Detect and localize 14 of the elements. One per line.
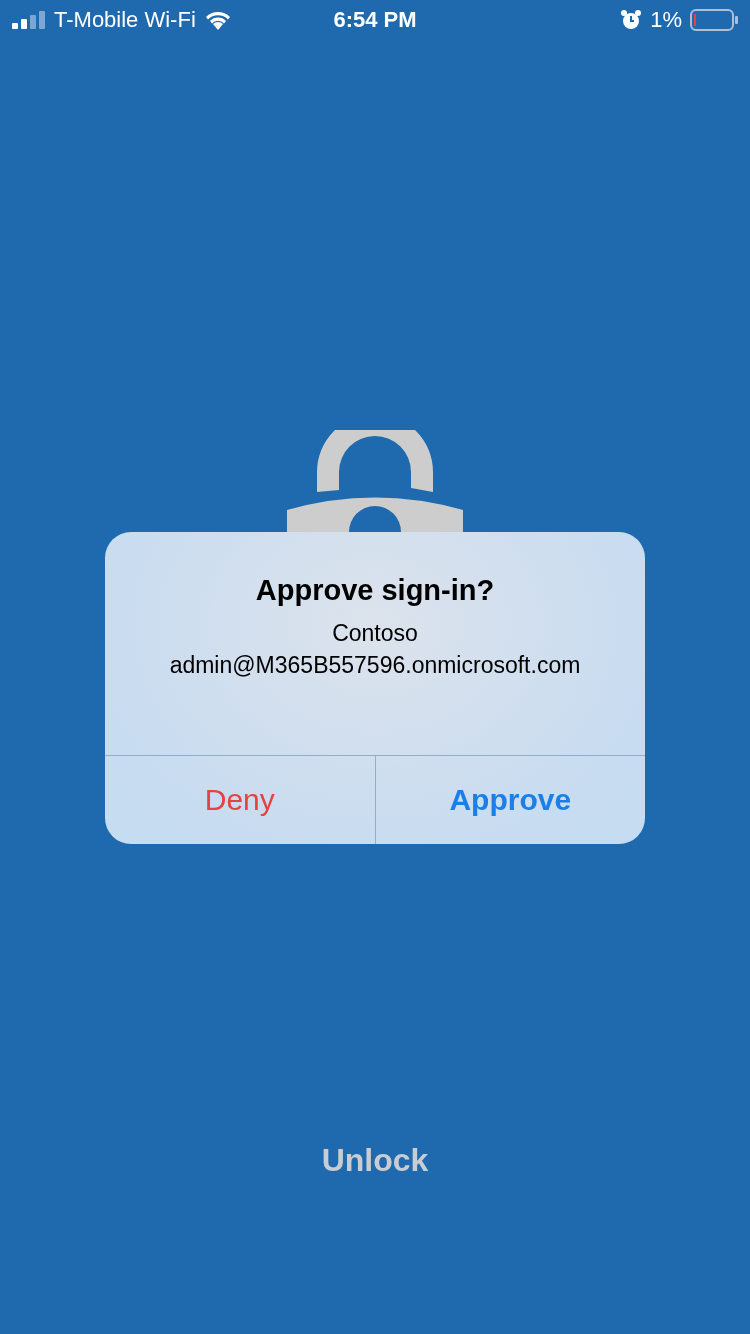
deny-button[interactable]: Deny [105,756,375,844]
carrier-name: T-Mobile Wi-Fi [54,7,196,33]
clock-time: 6:54 PM [333,7,417,33]
battery-icon [690,9,738,31]
account-email: admin@M365B557596.onmicrosoft.com [168,651,582,680]
padlock-icon [287,430,463,532]
unlock-label: Unlock [321,1142,429,1179]
organization-name: Contoso [332,619,418,648]
signal-icon [12,11,46,29]
alarm-icon [620,9,643,31]
approve-button[interactable]: Approve [374,756,645,844]
battery-percent: 1% [650,7,682,33]
wifi-icon [203,10,232,30]
dialog-title: Approve sign-in? [255,574,495,607]
